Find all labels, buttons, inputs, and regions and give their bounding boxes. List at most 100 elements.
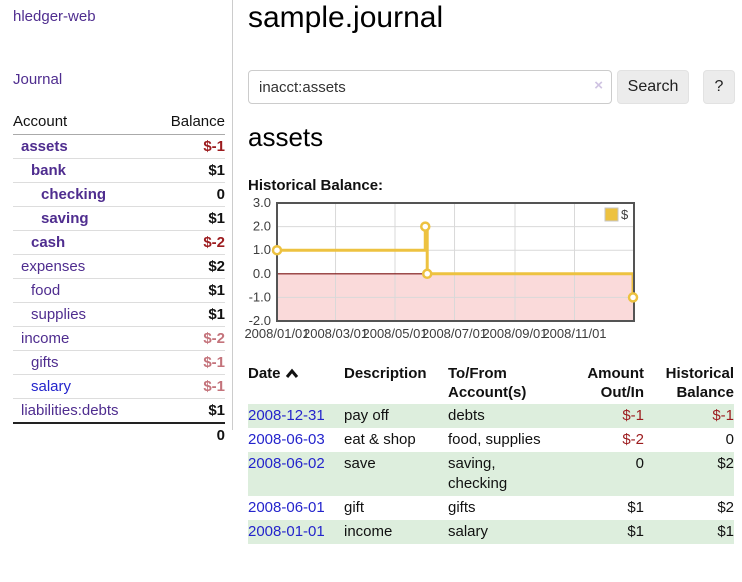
- search-input-wrap: ×: [248, 70, 612, 104]
- account-balance: $1: [153, 303, 225, 327]
- app-brand-link[interactable]: hledger-web: [13, 8, 96, 25]
- account-balance: $-1: [153, 375, 225, 399]
- transaction-accounts: food, supplies: [448, 428, 566, 452]
- transaction-amount: $1: [566, 520, 644, 544]
- svg-text:2008/09/01: 2008/09/01: [482, 326, 547, 341]
- clear-search-icon[interactable]: ×: [594, 77, 603, 94]
- sidebar-item-journal[interactable]: Journal: [13, 71, 62, 88]
- svg-text:$: $: [621, 207, 629, 222]
- transaction-amount: $-1: [566, 404, 644, 428]
- account-row: cash $-2: [13, 231, 225, 255]
- transaction-row: 2008-06-03eat & shopfood, supplies$-20: [248, 428, 734, 452]
- account-link[interactable]: assets: [21, 138, 68, 155]
- svg-text:2008/07/01: 2008/07/01: [422, 326, 487, 341]
- transactions-table-body: 2008-12-31pay offdebts$-1$-12008-06-03ea…: [248, 404, 734, 544]
- account-row: liabilities:debts $1: [13, 399, 225, 424]
- account-row: saving $1: [13, 207, 225, 231]
- account-link[interactable]: food: [31, 282, 60, 299]
- account-link[interactable]: bank: [31, 162, 66, 179]
- transaction-balance: $2: [644, 496, 734, 520]
- transaction-date-link[interactable]: 2008-06-03: [248, 431, 325, 448]
- account-link[interactable]: supplies: [31, 306, 86, 323]
- account-row: bank $1: [13, 159, 225, 183]
- transaction-balance: $-1: [644, 404, 734, 428]
- account-balance: $1: [153, 207, 225, 231]
- accounts-table-header: Account Balance: [13, 110, 225, 135]
- account-link[interactable]: salary: [31, 378, 71, 395]
- transaction-date-link[interactable]: 2008-06-02: [248, 455, 325, 472]
- account-balance: $-2: [153, 327, 225, 351]
- transaction-amount: 0: [566, 452, 644, 496]
- account-row: gifts $-1: [13, 351, 225, 375]
- account-link[interactable]: liabilities:debts: [21, 402, 119, 419]
- column-header-amount: Amount Out/In: [566, 362, 644, 404]
- transaction-date-link[interactable]: 2008-12-31: [248, 407, 325, 424]
- svg-text:1.0: 1.0: [253, 242, 271, 257]
- account-link[interactable]: saving: [41, 210, 89, 227]
- column-header-description: Description: [344, 362, 448, 404]
- account-balance: $1: [153, 399, 225, 424]
- account-balance: $1: [153, 159, 225, 183]
- svg-text:3.0: 3.0: [253, 198, 271, 210]
- accounts-header-account: Account: [13, 110, 153, 135]
- transaction-row: 2008-06-02savesaving, checking0$2: [248, 452, 734, 496]
- account-link[interactable]: gifts: [31, 354, 59, 371]
- transaction-description: pay off: [344, 404, 448, 428]
- accounts-table-body: assets$-1bank$1checking0saving$1cash$-2e…: [13, 135, 225, 424]
- account-link[interactable]: income: [21, 330, 69, 347]
- svg-text:2008/03/01: 2008/03/01: [303, 326, 368, 341]
- account-balance: 0: [153, 183, 225, 207]
- column-header-balance: Historical Balance: [644, 362, 734, 404]
- account-row: income $-2: [13, 327, 225, 351]
- historical-balance-chart: 3.02.01.00.0-1.0-2.02008/01/012008/03/01…: [240, 198, 742, 346]
- transactions-header-row: Date Description To/From Account(s) Amou…: [248, 362, 734, 404]
- page-title: sample.journal: [248, 1, 443, 35]
- account-balance: $2: [153, 255, 225, 279]
- account-row: assets $-1: [13, 135, 225, 159]
- search-button[interactable]: Search: [617, 70, 689, 104]
- transaction-description: save: [344, 452, 448, 496]
- svg-text:2008/01/01: 2008/01/01: [244, 326, 309, 341]
- chart-label: Historical Balance:: [248, 177, 383, 194]
- account-row: expenses $2: [13, 255, 225, 279]
- transaction-accounts: gifts: [448, 496, 566, 520]
- account-heading: assets: [248, 122, 323, 153]
- account-row: supplies $1: [13, 303, 225, 327]
- account-row: food $1: [13, 279, 225, 303]
- transaction-balance: $1: [644, 520, 734, 544]
- transaction-description: income: [344, 520, 448, 544]
- transaction-date-link[interactable]: 2008-06-01: [248, 499, 325, 516]
- help-button[interactable]: ?: [703, 70, 735, 104]
- account-link[interactable]: checking: [41, 186, 106, 203]
- svg-text:2008/05/01: 2008/05/01: [362, 326, 427, 341]
- svg-text:0.0: 0.0: [253, 266, 271, 281]
- sidebar-divider: [232, 0, 233, 430]
- transaction-amount: $1: [566, 496, 644, 520]
- svg-text:-1.0: -1.0: [249, 289, 271, 304]
- transaction-accounts: salary: [448, 520, 566, 544]
- account-balance: $1: [153, 279, 225, 303]
- transaction-description: gift: [344, 496, 448, 520]
- chart-container: 3.02.01.00.0-1.0-2.02008/01/012008/03/01…: [240, 198, 742, 346]
- transaction-row: 2008-06-01 giftgifts$1$2: [248, 496, 734, 520]
- sort-ascending-icon: [285, 364, 299, 383]
- account-balance: $-1: [153, 351, 225, 375]
- transaction-description: eat & shop: [344, 428, 448, 452]
- account-row: checking 0: [13, 183, 225, 207]
- transactions-table: Date Description To/From Account(s) Amou…: [248, 362, 734, 544]
- transaction-row: 2008-12-31pay offdebts$-1$-1: [248, 404, 734, 428]
- transaction-amount: $-2: [566, 428, 644, 452]
- transaction-balance: $2: [644, 452, 734, 496]
- account-link[interactable]: expenses: [21, 258, 85, 275]
- transaction-row: 2008-01-01incomesalary$1$1: [248, 520, 734, 544]
- accounts-total-row: 0: [13, 423, 225, 447]
- account-link[interactable]: cash: [31, 234, 65, 251]
- accounts-total-value: 0: [153, 423, 225, 447]
- search-input[interactable]: [248, 70, 612, 104]
- column-header-date[interactable]: Date: [248, 362, 344, 404]
- transaction-accounts: debts: [448, 404, 566, 428]
- account-balance: $-2: [153, 231, 225, 255]
- account-balance: $-1: [153, 135, 225, 159]
- accounts-table: Account Balance assets $-1 bank $1 checking 0…: [13, 110, 225, 447]
- transaction-date-link[interactable]: 2008-01-01: [248, 523, 325, 540]
